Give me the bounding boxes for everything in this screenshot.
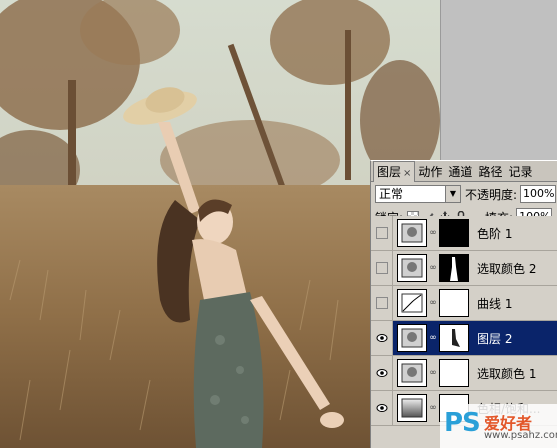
close-icon[interactable]: × <box>403 168 411 179</box>
layer-name[interactable]: 选取颜色 2 <box>477 260 536 277</box>
layer-mask <box>439 254 469 282</box>
layer-name[interactable]: 色阶 1 <box>477 225 512 242</box>
layer-row-selective-color-1[interactable]: ∞ 选取颜色 1 <box>371 356 557 391</box>
adjustment-thumbnail <box>397 254 427 282</box>
tab-history[interactable]: 记录 <box>505 162 535 181</box>
visibility-toggle[interactable] <box>371 321 393 355</box>
visibility-toggle[interactable] <box>371 356 393 390</box>
chevron-down-icon[interactable]: ▼ <box>445 186 460 202</box>
tab-history-label: 记录 <box>508 165 533 179</box>
layer-name[interactable]: 选取颜色 1 <box>477 365 536 382</box>
tab-layers[interactable]: 图层 × <box>373 161 416 182</box>
blend-mode-value: 正常 <box>379 187 404 201</box>
eye-icon[interactable] <box>376 333 388 343</box>
visibility-empty-icon[interactable] <box>375 297 388 309</box>
mask-silhouette-icon <box>452 329 460 347</box>
levels-adjustment-icon <box>401 223 423 243</box>
selective-color-adjustment-icon <box>401 363 423 383</box>
adjustment-thumbnail <box>397 289 427 317</box>
opacity-label: 不透明度: <box>465 187 518 202</box>
tab-paths-label: 路径 <box>478 165 503 179</box>
curves-adjustment-icon <box>401 293 423 313</box>
visibility-toggle[interactable] <box>371 216 393 250</box>
mask-silhouette-icon <box>450 257 458 281</box>
workspace-background <box>440 0 557 160</box>
blend-opacity-row: 正常 ▼ 不透明度: 100% <box>371 182 557 206</box>
layer-mask <box>439 219 469 247</box>
adjustment-thumbnail <box>397 394 427 422</box>
layer-name[interactable]: 图层 2 <box>477 330 512 347</box>
link-icon[interactable]: ∞ <box>429 333 437 343</box>
eye-icon[interactable] <box>376 403 388 413</box>
layer-row-levels-1[interactable]: ∞ 色阶 1 <box>371 216 557 251</box>
selective-color-adjustment-icon <box>401 258 423 278</box>
layer-row-layer-2[interactable]: ∞ 图层 2 <box>371 321 557 356</box>
layer-name[interactable]: 曲线 1 <box>477 295 512 312</box>
adjustment-thumbnail <box>397 359 427 387</box>
visibility-toggle[interactable] <box>371 391 393 425</box>
layer-mask <box>439 324 469 352</box>
link-icon[interactable]: ∞ <box>429 228 437 238</box>
link-icon[interactable]: ∞ <box>429 368 437 378</box>
watermark-brand: PS <box>444 408 481 438</box>
visibility-toggle[interactable] <box>371 286 393 320</box>
layer-row-selective-color-2[interactable]: ∞ 选取颜色 2 <box>371 251 557 286</box>
visibility-empty-icon[interactable] <box>375 227 388 239</box>
opacity-input[interactable]: 100% <box>520 185 557 203</box>
layer-mask <box>439 359 469 387</box>
adjustment-thumbnail <box>397 219 427 247</box>
eye-icon[interactable] <box>376 368 388 378</box>
tab-layers-label: 图层 <box>377 165 402 179</box>
blend-mode-select[interactable]: 正常 ▼ <box>375 185 461 203</box>
link-icon[interactable]: ∞ <box>429 298 437 308</box>
watermark-url: www.psahz.com <box>484 430 557 441</box>
site-watermark: PS 爱好者 www.psahz.com <box>440 404 557 448</box>
tab-channels-label: 通道 <box>448 165 473 179</box>
link-icon[interactable]: ∞ <box>429 263 437 273</box>
layer-row-curves-1[interactable]: ∞ 曲线 1 <box>371 286 557 321</box>
layer-2-adjustment-icon <box>401 328 423 348</box>
tab-actions[interactable]: 动作 <box>415 162 445 181</box>
visibility-toggle[interactable] <box>371 251 393 285</box>
hue-saturation-adjustment-icon <box>401 398 423 418</box>
tab-channels[interactable]: 通道 <box>445 162 475 181</box>
layer-mask <box>439 289 469 317</box>
adjustment-thumbnail <box>397 324 427 352</box>
visibility-empty-icon[interactable] <box>375 262 388 274</box>
tab-actions-label: 动作 <box>418 165 443 179</box>
link-icon[interactable]: ∞ <box>429 403 437 413</box>
layers-list: ∞ 色阶 1 ∞ 选取颜色 2 ∞ 曲线 1 ∞ 图层 2 ∞ 选取颜色 1 ∞ <box>371 216 557 426</box>
tab-paths[interactable]: 路径 <box>475 162 505 181</box>
panel-tabs: 图层 × 动作 通道 路径 记录 <box>371 161 557 182</box>
